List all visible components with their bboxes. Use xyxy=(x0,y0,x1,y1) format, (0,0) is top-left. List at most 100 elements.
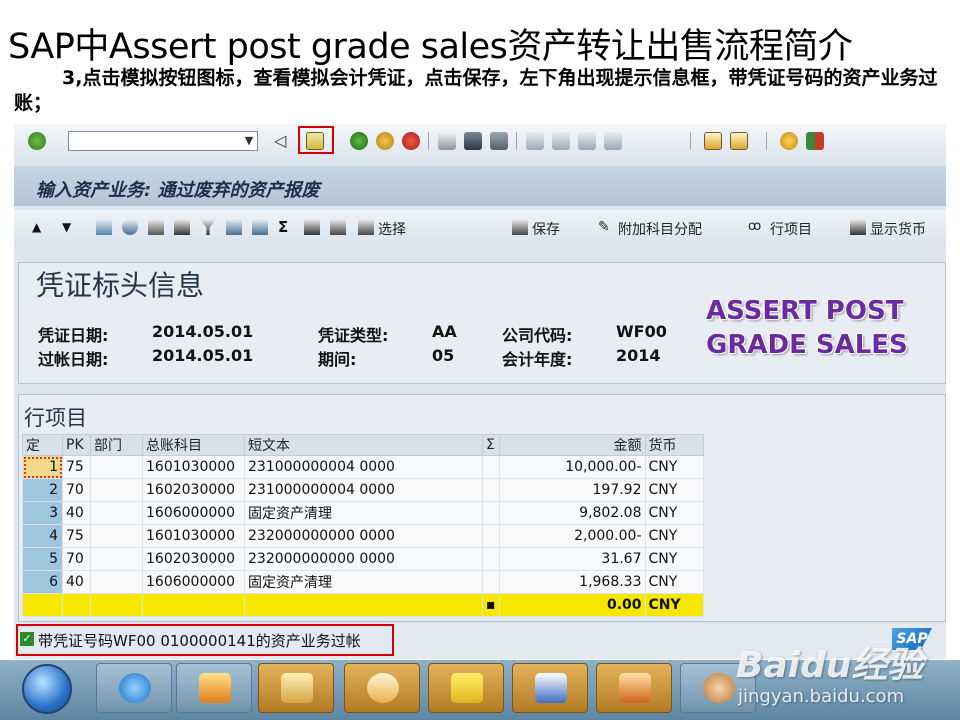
ie-icon xyxy=(119,673,151,703)
table-row[interactable]: 1 75 1601030000 231000000004 0000 10,000… xyxy=(22,455,704,479)
additional-account-assignment-button[interactable]: 附加科目分配 xyxy=(618,219,702,239)
chevron-down-icon[interactable]: ▼ xyxy=(240,131,258,151)
save-highlight-box xyxy=(298,126,334,154)
period-value: 05 xyxy=(432,346,455,365)
first-page-icon[interactable] xyxy=(526,132,544,150)
post-icon[interactable] xyxy=(512,219,528,235)
gl-account-cell: 1601030000 xyxy=(142,455,245,479)
column-header[interactable]: PK xyxy=(62,434,91,456)
cancel-icon[interactable] xyxy=(402,132,420,150)
column-header[interactable]: 定 xyxy=(22,434,63,456)
currency-cell: CNY xyxy=(644,455,704,479)
amount-cell: 10,000.00- xyxy=(498,455,646,479)
short-text-cell: 232000000000 0000 xyxy=(244,547,483,571)
row-number[interactable]: 2 xyxy=(22,478,63,502)
row-number[interactable]: 5 xyxy=(22,547,63,571)
table-row[interactable]: 3 40 1606000000 固定资产清理 9,802.08 CNY xyxy=(22,501,704,525)
currency-cell: CNY xyxy=(644,547,704,571)
detail-icon[interactable] xyxy=(122,219,138,235)
show-currency-button[interactable]: 显示货币 xyxy=(870,219,926,239)
taskbar-item-ie[interactable] xyxy=(96,663,172,713)
sum-column-header[interactable]: Σ xyxy=(482,434,500,456)
table-row[interactable]: 5 70 1602030000 232000000000 0000 31.67 … xyxy=(22,547,704,571)
department-cell xyxy=(90,478,143,502)
command-field[interactable] xyxy=(68,131,258,151)
row-number[interactable]: 6 xyxy=(22,570,63,594)
next-page-icon[interactable] xyxy=(578,132,596,150)
posting-key-cell: 40 xyxy=(62,570,91,594)
column-header[interactable]: 总账科目 xyxy=(142,434,245,456)
column-header[interactable]: 短文本 xyxy=(244,434,483,456)
back-icon[interactable]: ◁ xyxy=(274,132,286,150)
link-icon[interactable]: ꝏ xyxy=(748,219,764,235)
prev-page-icon[interactable] xyxy=(552,132,570,150)
currency-icon[interactable] xyxy=(850,219,866,235)
taskbar-item-powerpoint[interactable] xyxy=(596,663,672,713)
column-header[interactable]: 部门 xyxy=(90,434,143,456)
line-items-button[interactable]: 行项目 xyxy=(770,219,812,239)
department-cell xyxy=(90,455,143,479)
posting-key-cell: 70 xyxy=(62,547,91,571)
taskbar-item-media-player[interactable] xyxy=(176,663,252,713)
document-date-value: 2014.05.01 xyxy=(152,322,254,341)
status-message[interactable]: 带凭证号码WF00 0100000141的资产业务过帐 xyxy=(38,630,361,651)
copy-icon[interactable] xyxy=(330,219,346,235)
table-row[interactable]: 2 70 1602030000 231000000004 0000 197.92… xyxy=(22,478,704,502)
taskbar-item-outlook[interactable] xyxy=(344,663,420,713)
arrow-up-icon[interactable]: ▲ xyxy=(32,219,48,235)
enter-icon[interactable] xyxy=(28,132,46,150)
fiscal-year-value: 2014 xyxy=(616,346,661,365)
short-text-cell: 固定资产清理 xyxy=(244,501,483,525)
chart-icon[interactable] xyxy=(96,219,112,235)
exit-icon[interactable] xyxy=(376,132,394,150)
layout-icon[interactable] xyxy=(806,132,824,150)
watermark-brand: Baidu经验 xyxy=(736,645,924,686)
posting-key-cell: 70 xyxy=(62,478,91,502)
new-session-icon[interactable] xyxy=(704,132,722,150)
column-header[interactable]: 金额 xyxy=(498,434,646,456)
posting-key-cell: 75 xyxy=(62,455,91,479)
sum-cell xyxy=(482,478,500,502)
document-date-label: 凭证日期: xyxy=(38,326,109,345)
success-check-icon: ✓ xyxy=(20,632,34,646)
arrow-down-icon[interactable]: ▼ xyxy=(62,219,78,235)
column-header[interactable]: 货币 xyxy=(644,434,704,456)
find-icon[interactable] xyxy=(464,132,482,150)
taskbar-item-network[interactable] xyxy=(428,663,504,713)
row-number[interactable]: 4 xyxy=(22,524,63,548)
sum-icon[interactable]: Σ xyxy=(278,219,294,235)
baidu-watermark: Baidu经验 jingyan.baidu.com xyxy=(700,636,950,716)
filter-icon[interactable] xyxy=(200,219,216,235)
start-orb-icon[interactable] xyxy=(22,664,72,714)
row-number[interactable]: 3 xyxy=(22,501,63,525)
help-icon[interactable] xyxy=(780,132,798,150)
last-page-icon[interactable] xyxy=(604,132,622,150)
line-items-table: 定 PK 部门 总账科目 短文本 Σ 金额 货币 1 75 1601030000… xyxy=(22,434,704,617)
short-text-cell: 232000000000 0000 xyxy=(244,524,483,548)
subtotal-icon[interactable] xyxy=(304,219,320,235)
document-icon[interactable] xyxy=(252,219,268,235)
powerpoint-icon xyxy=(619,673,651,703)
table-icon[interactable] xyxy=(226,219,242,235)
taskbar-item-word[interactable] xyxy=(512,663,588,713)
table-row[interactable]: 4 75 1601030000 232000000000 0000 2,000.… xyxy=(22,524,704,548)
amount-cell: 1,968.33 xyxy=(498,570,646,594)
sort-icon[interactable] xyxy=(174,219,190,235)
select-icon[interactable] xyxy=(358,219,374,235)
table-row[interactable]: 6 40 1606000000 固定资产清理 1,968.33 CNY xyxy=(22,570,704,594)
back-nav-icon[interactable] xyxy=(350,132,368,150)
shortcut-icon[interactable] xyxy=(730,132,748,150)
save-button[interactable]: 保存 xyxy=(532,219,560,239)
print-list-icon[interactable] xyxy=(148,219,164,235)
total-cell xyxy=(62,593,91,617)
department-cell xyxy=(90,524,143,548)
pencil-icon[interactable]: ✎ xyxy=(598,219,614,235)
taskbar-item-explorer[interactable] xyxy=(258,663,334,713)
row-number[interactable]: 1 xyxy=(22,455,63,479)
word-icon xyxy=(535,673,567,703)
find-next-icon[interactable] xyxy=(490,132,508,150)
fiscal-year-label: 会计年度: xyxy=(502,350,573,369)
select-button[interactable]: 选择 xyxy=(378,219,406,239)
explorer-icon xyxy=(281,673,313,703)
print-icon[interactable] xyxy=(438,132,456,150)
